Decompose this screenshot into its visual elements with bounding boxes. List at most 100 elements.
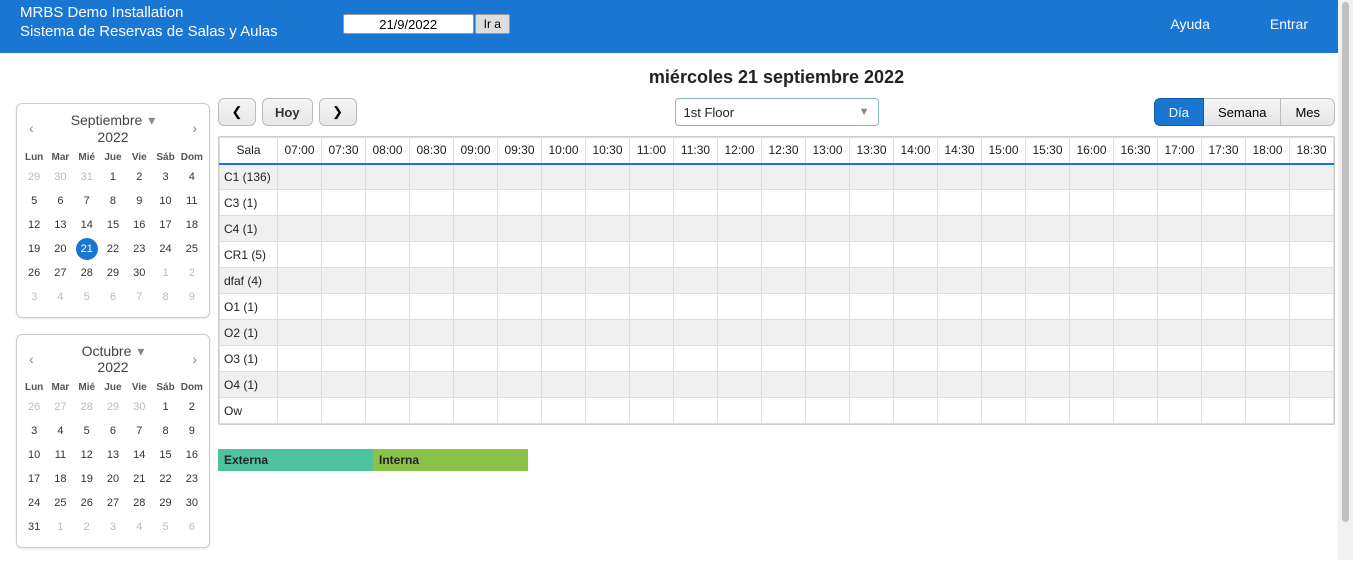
schedule-slot[interactable] [1070,216,1114,242]
schedule-slot[interactable] [762,320,806,346]
minical-day[interactable]: 15 [100,213,126,237]
minical-day[interactable]: 13 [100,443,126,467]
schedule-slot[interactable] [1290,268,1334,294]
minical-day[interactable]: 17 [152,213,178,237]
schedule-slot[interactable] [366,216,410,242]
schedule-slot[interactable] [674,372,718,398]
schedule-slot[interactable] [1026,268,1070,294]
schedule-slot[interactable] [982,372,1026,398]
schedule-slot[interactable] [1070,294,1114,320]
schedule-slot[interactable] [498,190,542,216]
schedule-slot[interactable] [542,268,586,294]
schedule-slot[interactable] [762,346,806,372]
schedule-slot[interactable] [718,164,762,190]
schedule-slot[interactable] [542,216,586,242]
schedule-room-cell[interactable]: C1 (136) [220,164,278,190]
minical-day[interactable]: 7 [74,189,100,213]
schedule-room-cell[interactable]: C3 (1) [220,190,278,216]
schedule-slot[interactable] [322,190,366,216]
schedule-slot[interactable] [718,190,762,216]
schedule-slot[interactable] [454,268,498,294]
prev-day-button[interactable]: ❮ [218,98,256,126]
schedule-slot[interactable] [1246,242,1290,268]
schedule-slot[interactable] [630,242,674,268]
schedule-slot[interactable] [938,164,982,190]
schedule-slot[interactable] [454,346,498,372]
minical-day[interactable]: 23 [179,467,205,491]
minical-day[interactable]: 6 [100,419,126,443]
schedule-slot[interactable] [1202,372,1246,398]
schedule-slot[interactable] [278,294,322,320]
schedule-slot[interactable] [1026,216,1070,242]
schedule-slot[interactable] [454,398,498,424]
schedule-slot[interactable] [586,398,630,424]
schedule-slot[interactable] [498,294,542,320]
schedule-slot[interactable] [498,372,542,398]
schedule-slot[interactable] [1114,398,1158,424]
schedule-slot[interactable] [1290,346,1334,372]
schedule-slot[interactable] [674,164,718,190]
minical-day[interactable]: 18 [47,467,73,491]
minical-day[interactable]: 20 [100,467,126,491]
minical-day[interactable]: 28 [126,491,152,515]
schedule-slot[interactable] [278,372,322,398]
minical-day[interactable]: 1 [152,395,178,419]
schedule-slot[interactable] [894,268,938,294]
schedule-room-cell[interactable]: O2 (1) [220,320,278,346]
schedule-slot[interactable] [982,242,1026,268]
schedule-slot[interactable] [674,190,718,216]
schedule-slot[interactable] [1070,398,1114,424]
schedule-slot[interactable] [630,372,674,398]
minical-day[interactable]: 1 [152,261,178,285]
minical-prev-icon[interactable]: ‹ [29,351,34,367]
schedule-slot[interactable] [718,372,762,398]
schedule-slot[interactable] [1246,320,1290,346]
schedule-slot[interactable] [322,216,366,242]
schedule-slot[interactable] [498,398,542,424]
schedule-slot[interactable] [1158,294,1202,320]
schedule-slot[interactable] [366,294,410,320]
schedule-slot[interactable] [366,398,410,424]
minical-day[interactable]: 27 [47,395,73,419]
schedule-slot[interactable] [278,216,322,242]
minical-day[interactable]: 2 [74,515,100,539]
schedule-slot[interactable] [1158,372,1202,398]
schedule-slot[interactable] [1026,294,1070,320]
schedule-slot[interactable] [542,346,586,372]
minical-prev-icon[interactable]: ‹ [29,120,34,136]
schedule-slot[interactable] [278,320,322,346]
schedule-slot[interactable] [586,164,630,190]
schedule-slot[interactable] [498,268,542,294]
schedule-room-cell[interactable]: O3 (1) [220,346,278,372]
schedule-slot[interactable] [498,216,542,242]
minical-day[interactable]: 23 [126,237,152,261]
minical-day[interactable]: 8 [152,419,178,443]
schedule-slot[interactable] [630,320,674,346]
minical-day[interactable]: 31 [21,515,47,539]
minical-day[interactable]: 22 [152,467,178,491]
schedule-slot[interactable] [850,268,894,294]
schedule-slot[interactable] [850,398,894,424]
schedule-slot[interactable] [718,398,762,424]
minical-day[interactable]: 2 [179,395,205,419]
schedule-slot[interactable] [586,216,630,242]
schedule-slot[interactable] [1158,268,1202,294]
schedule-slot[interactable] [1246,164,1290,190]
minical-day[interactable]: 2 [179,261,205,285]
schedule-slot[interactable] [1070,372,1114,398]
minical-day[interactable]: 28 [74,395,100,419]
schedule-slot[interactable] [762,398,806,424]
schedule-slot[interactable] [718,294,762,320]
schedule-slot[interactable] [454,372,498,398]
minical-day[interactable]: 25 [179,237,205,261]
schedule-slot[interactable] [498,346,542,372]
schedule-slot[interactable] [322,164,366,190]
minical-day[interactable]: 26 [74,491,100,515]
schedule-slot[interactable] [1158,164,1202,190]
minical-day[interactable]: 11 [179,189,205,213]
minical-day[interactable]: 4 [179,165,205,189]
minical-day[interactable]: 31 [74,165,100,189]
schedule-slot[interactable] [674,346,718,372]
minical-day[interactable]: 29 [100,395,126,419]
schedule-slot[interactable] [1026,346,1070,372]
